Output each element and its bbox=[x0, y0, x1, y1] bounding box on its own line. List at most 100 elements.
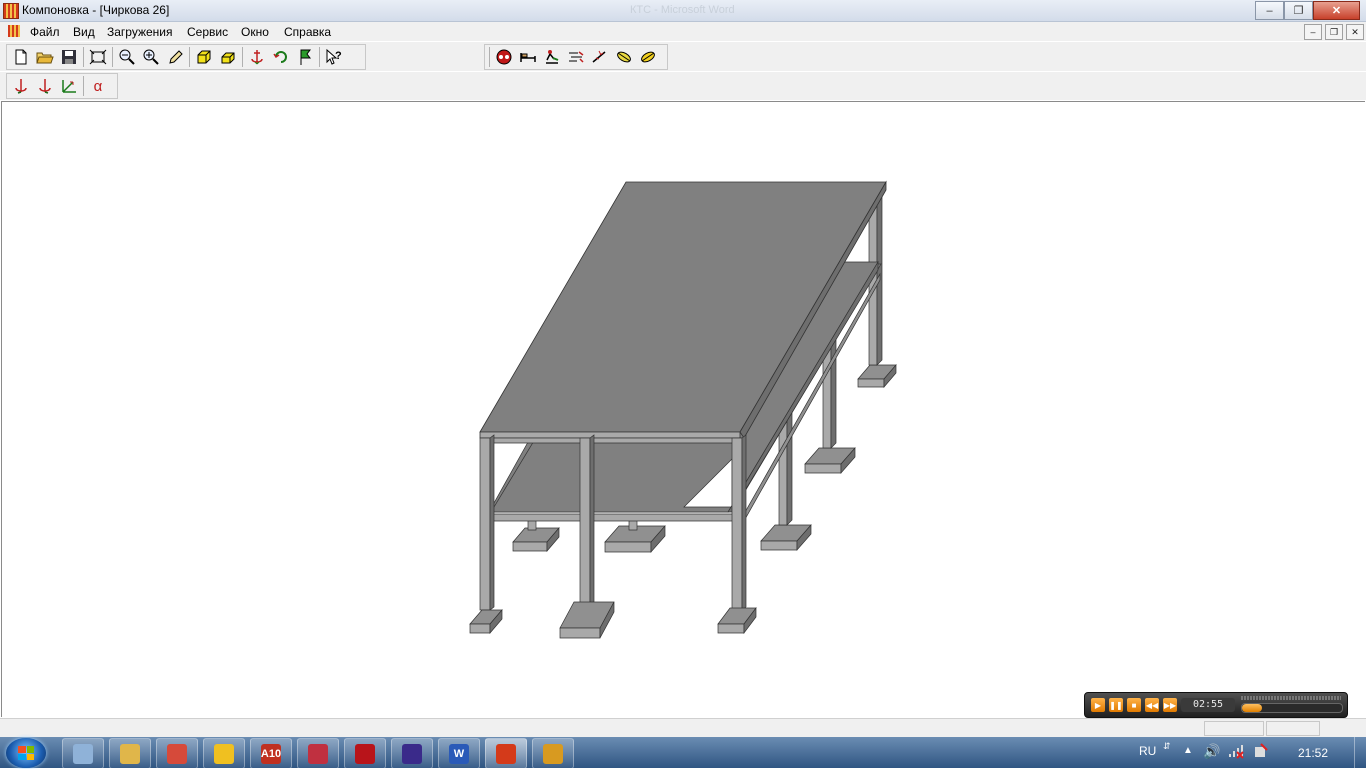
foundation-front-left bbox=[469, 609, 503, 634]
mdi-close-button[interactable]: ✕ bbox=[1346, 24, 1364, 40]
taskbar-app-button[interactable] bbox=[203, 738, 245, 769]
load-snow-icon[interactable] bbox=[589, 46, 611, 68]
pause-icon[interactable]: ❚❚ bbox=[1109, 698, 1123, 712]
toolbar-separator bbox=[83, 47, 84, 67]
media-player: ▶ ❚❚ ■ ◀◀ ▶▶ 02:55 bbox=[1084, 692, 1348, 718]
word-icon: W bbox=[449, 743, 469, 764]
toolbar-separator bbox=[189, 47, 190, 67]
title-bar: Компоновка - [Чиркова 26] КТС - Microsof… bbox=[0, 0, 1366, 22]
volume-meter bbox=[1241, 696, 1341, 700]
taskbar: A10 W RU ⇵ ▲ 🔊 21:52 bbox=[0, 737, 1366, 769]
archicad-icon: A10 bbox=[261, 743, 281, 764]
axes-icon[interactable] bbox=[58, 75, 80, 97]
network-icon[interactable] bbox=[1228, 743, 1244, 762]
zoom-in-icon[interactable] bbox=[140, 46, 162, 68]
mdi-minimize-button[interactable]: – bbox=[1304, 24, 1322, 40]
foundation-front-right bbox=[717, 606, 757, 635]
taskbar-app-button[interactable] bbox=[156, 738, 198, 769]
language-indicator[interactable]: RU bbox=[1139, 744, 1156, 758]
menu-loads[interactable]: Загружения bbox=[107, 25, 173, 39]
stop-icon[interactable]: ■ bbox=[1127, 698, 1141, 712]
cd-burner-icon bbox=[543, 743, 563, 764]
minimize-button[interactable]: – bbox=[1255, 1, 1284, 20]
zoom-out-icon[interactable] bbox=[116, 46, 138, 68]
menu-view[interactable]: Вид bbox=[73, 25, 95, 39]
taskbar-app-button[interactable]: A10 bbox=[250, 738, 292, 769]
taskbar-app-button[interactable] bbox=[485, 738, 527, 769]
toolbar-separator bbox=[83, 76, 84, 96]
toolbar-separator bbox=[489, 47, 490, 67]
close-button[interactable]: ✕ bbox=[1313, 1, 1360, 20]
document-icon[interactable] bbox=[8, 25, 20, 37]
load-wind-icon[interactable] bbox=[565, 46, 587, 68]
foundation-back-mid bbox=[804, 447, 856, 474]
seek-bar[interactable] bbox=[1241, 703, 1343, 713]
toolbar-separator bbox=[319, 47, 320, 67]
show-desktop-button[interactable] bbox=[1354, 737, 1366, 768]
taskbar-app-button[interactable] bbox=[532, 738, 574, 769]
menu-file[interactable]: Файл bbox=[30, 25, 60, 39]
pencil-icon[interactable] bbox=[164, 46, 186, 68]
clock[interactable]: 21:52 bbox=[1298, 746, 1328, 760]
model-canvas[interactable] bbox=[1, 101, 1365, 717]
anchor-icon[interactable] bbox=[246, 46, 268, 68]
cube-yellow-icon[interactable] bbox=[193, 46, 215, 68]
axis-anchor-icon[interactable] bbox=[10, 75, 32, 97]
flag-icon[interactable] bbox=[294, 46, 316, 68]
taskbar-app-button[interactable] bbox=[109, 738, 151, 769]
alpha-button[interactable]: α bbox=[87, 75, 109, 97]
calculator-icon bbox=[73, 743, 93, 764]
toolbar-separator bbox=[242, 47, 243, 67]
status-bar bbox=[0, 718, 1366, 737]
axis-anchor2-icon[interactable] bbox=[34, 75, 56, 97]
new-file-icon[interactable] bbox=[10, 46, 32, 68]
save-icon[interactable] bbox=[58, 46, 80, 68]
app-icon bbox=[3, 3, 19, 19]
taskbar-app-button[interactable] bbox=[391, 738, 433, 769]
play-icon[interactable]: ▶ bbox=[1091, 698, 1105, 712]
volume-icon[interactable]: 🔊 bbox=[1203, 743, 1220, 760]
load-person-icon[interactable] bbox=[541, 46, 563, 68]
menu-window[interactable]: Окно bbox=[241, 25, 269, 39]
ghost-window-title: КТС - Microsoft Word bbox=[630, 4, 735, 16]
menu-bar: Файл Вид Загружения Сервис Окно Справка … bbox=[0, 22, 1366, 41]
previous-icon[interactable]: ◀◀ bbox=[1145, 698, 1159, 712]
windows-logo-icon bbox=[18, 746, 34, 760]
load-leaf-yellow-icon[interactable] bbox=[637, 46, 659, 68]
svg-text:?: ? bbox=[335, 50, 342, 62]
open-folder-icon[interactable] bbox=[34, 46, 56, 68]
player-time: 02:55 bbox=[1181, 698, 1235, 712]
main-toolbar: ? bbox=[6, 44, 366, 70]
taskbar-app-button[interactable] bbox=[297, 738, 339, 769]
toolbar-row-2: α bbox=[0, 72, 1366, 100]
image-viewer-icon bbox=[308, 743, 328, 764]
start-button[interactable] bbox=[6, 738, 46, 768]
cube-flat-icon[interactable] bbox=[217, 46, 239, 68]
explorer-icon bbox=[120, 743, 140, 764]
foundation-back-left bbox=[760, 524, 812, 551]
axes-toolbar: α bbox=[6, 73, 118, 99]
next-icon[interactable]: ▶▶ bbox=[1163, 698, 1177, 712]
fit-view-icon[interactable] bbox=[87, 46, 109, 68]
menu-help[interactable]: Справка bbox=[284, 25, 331, 39]
help-cursor-icon[interactable]: ? bbox=[323, 46, 345, 68]
foundation-inner-left bbox=[512, 527, 560, 552]
load-mask-icon[interactable] bbox=[493, 46, 515, 68]
taskbar-app-button[interactable]: W bbox=[438, 738, 480, 769]
load-bed-icon[interactable] bbox=[517, 46, 539, 68]
pdf-reader-icon bbox=[355, 743, 375, 764]
toolbar-row-1: ? bbox=[0, 42, 1366, 71]
maximize-button[interactable]: ❐ bbox=[1284, 1, 1313, 20]
usb-device-icon[interactable] bbox=[1252, 743, 1268, 762]
menu-service[interactable]: Сервис bbox=[187, 25, 228, 39]
rotate-icon[interactable] bbox=[270, 46, 292, 68]
chrome-icon bbox=[167, 743, 187, 764]
taskbar-app-button[interactable] bbox=[62, 738, 104, 769]
load-leaf-icon[interactable] bbox=[613, 46, 635, 68]
network-arrows-icon[interactable]: ⇵ bbox=[1163, 741, 1171, 752]
mdi-restore-button[interactable]: ❐ bbox=[1325, 24, 1343, 40]
foundation-back-right bbox=[857, 364, 897, 388]
video-app-icon bbox=[402, 743, 422, 764]
show-hidden-icons-icon[interactable]: ▲ bbox=[1183, 745, 1193, 756]
taskbar-app-button[interactable] bbox=[344, 738, 386, 769]
